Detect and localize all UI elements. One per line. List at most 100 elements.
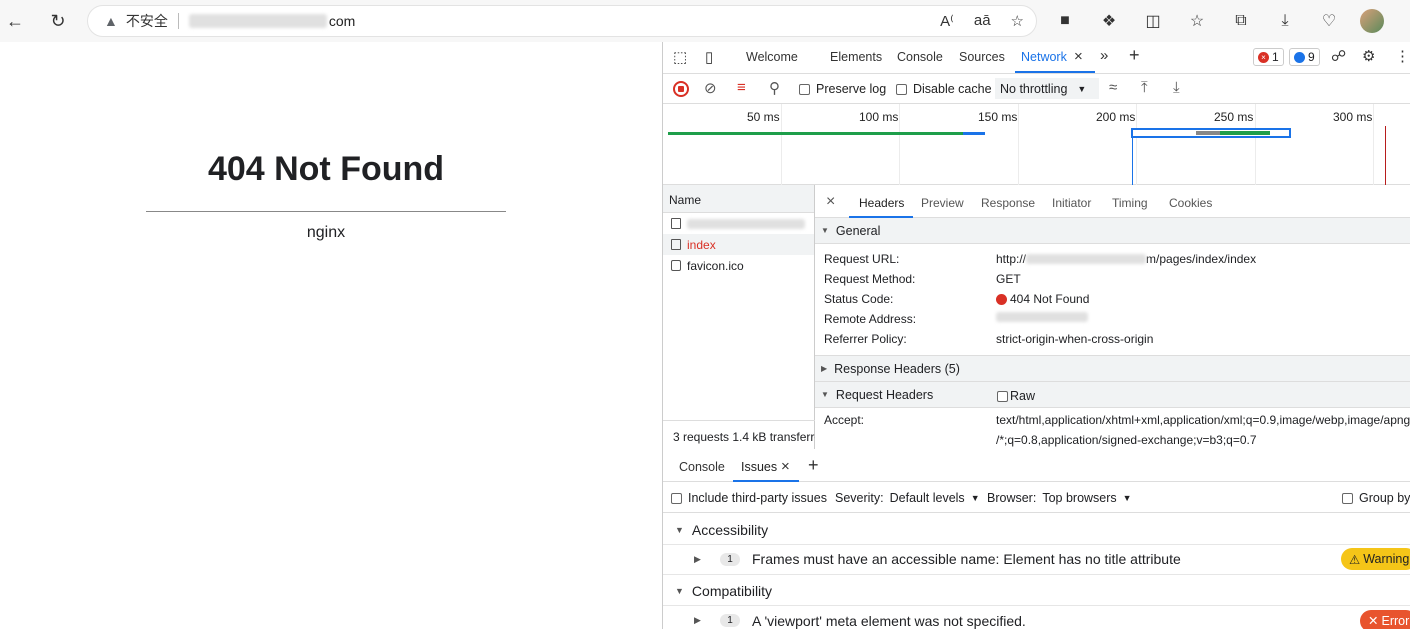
address-separator xyxy=(177,13,179,29)
tab-headers[interactable]: Headers xyxy=(859,196,904,210)
translate-icon[interactable]: aā xyxy=(974,12,991,30)
split-screen-icon[interactable]: ◫ xyxy=(1138,6,1168,36)
group-by-checkbox[interactable]: Group by xyxy=(1342,491,1410,505)
document-icon xyxy=(671,218,681,229)
read-aloud-icon[interactable]: A⁽ xyxy=(940,12,954,30)
request-row[interactable]: index xyxy=(663,234,814,255)
tab-welcome[interactable]: Welcome xyxy=(746,50,798,64)
tab-cookies[interactable]: Cookies xyxy=(1169,196,1212,210)
header-value[interactable]: GET xyxy=(996,272,1021,286)
add-tab-icon[interactable]: + xyxy=(808,455,819,476)
tick-label: 200 ms xyxy=(1096,110,1136,124)
timing-bar xyxy=(668,132,963,135)
close-tab-icon[interactable]: × xyxy=(781,458,790,475)
reload-icon[interactable]: ↻ xyxy=(43,6,73,36)
tab-issues[interactable]: Issues xyxy=(741,460,777,474)
export-har-icon[interactable]: ⤓ xyxy=(1173,79,1180,96)
heart-pulse-icon[interactable]: ♡ xyxy=(1314,6,1344,36)
close-tab-icon[interactable]: × xyxy=(1074,48,1083,65)
checkbox[interactable] xyxy=(997,390,1008,402)
checkbox[interactable] xyxy=(1342,492,1353,504)
header-row: Status Code: 404 Not Found xyxy=(815,287,1410,307)
inspect-icon[interactable]: ⬚ xyxy=(673,48,687,66)
checkbox[interactable] xyxy=(671,492,682,504)
grid-line xyxy=(1255,104,1256,185)
raw-checkbox[interactable]: Raw xyxy=(997,389,1035,403)
response-headers-section-header[interactable]: ▶ Response Headers (5) xyxy=(815,356,1410,382)
error-icon: × xyxy=(1258,51,1269,63)
warning-icon[interactable]: ▲ xyxy=(104,13,118,29)
issue-row[interactable]: ▶ 1 Frames must have an accessible name:… xyxy=(663,544,1410,575)
url-text[interactable]: com xyxy=(188,13,355,29)
tab-response[interactable]: Response xyxy=(981,196,1035,210)
tab-preview[interactable]: Preview xyxy=(921,196,964,210)
warning-icon: ⚠ xyxy=(1349,552,1361,567)
request-row[interactable]: favicon.ico xyxy=(663,255,814,276)
profile-avatar[interactable] xyxy=(1360,9,1384,33)
severity-select[interactable]: Severity: Default levels ▼ xyxy=(835,491,980,505)
checkbox[interactable] xyxy=(896,83,907,95)
downloads-icon[interactable]: ⤓ xyxy=(1270,6,1300,36)
issue-row[interactable]: ▶ 1 A 'viewport' meta element was not sp… xyxy=(663,605,1410,629)
tab-console[interactable]: Console xyxy=(679,460,725,474)
more-options-icon[interactable]: ⋮ xyxy=(1395,47,1410,65)
header-value[interactable]: text/html,application/xhtml+xml,applicat… xyxy=(996,413,1410,447)
active-tab-indicator xyxy=(849,216,913,218)
network-timeline[interactable]: 50 ms 100 ms 150 ms 200 ms 250 ms 300 ms xyxy=(663,104,1410,185)
include-third-party-checkbox[interactable]: Include third-party issues xyxy=(671,491,827,505)
error-badge[interactable]: × 1 xyxy=(1253,48,1284,66)
tab-elements[interactable]: Elements xyxy=(830,50,882,64)
insecure-label[interactable]: 不安全 xyxy=(126,11,168,31)
extensions-icon[interactable]: ❖ xyxy=(1094,6,1124,36)
issue-category-accessibility[interactable]: ▼ Accessibility xyxy=(663,515,1410,545)
checkbox[interactable] xyxy=(799,83,810,95)
header-value[interactable]: strict-origin-when-cross-origin xyxy=(996,332,1153,346)
tab-initiator[interactable]: Initiator xyxy=(1052,196,1091,210)
settings-gear-icon[interactable]: ⚙ xyxy=(1362,47,1375,65)
general-section-header[interactable]: ▼ General xyxy=(815,218,1410,244)
header-value[interactable]: http:// m/pages/index/index xyxy=(996,252,1256,266)
header-value[interactable]: 404 Not Found xyxy=(996,292,1089,306)
import-har-icon[interactable]: ⤒ xyxy=(1141,79,1148,96)
tab-timing[interactable]: Timing xyxy=(1112,196,1148,210)
general-section: Request URL: http:// m/pages/index/index R… xyxy=(815,244,1410,356)
tab-sources[interactable]: Sources xyxy=(959,50,1005,64)
favorite-icon[interactable]: ☆ xyxy=(1011,12,1024,30)
network-conditions-icon[interactable]: ≈ xyxy=(1109,79,1117,96)
address-bar[interactable]: ▲ 不安全 com A⁽ aā ☆ xyxy=(87,5,1037,37)
request-headers-section-header[interactable]: ▼ Request Headers Raw xyxy=(815,382,1410,408)
connect-icon[interactable]: ☍ xyxy=(1331,47,1346,65)
more-tabs-icon[interactable]: » xyxy=(1100,47,1108,64)
redacted-address xyxy=(996,312,1088,322)
disable-cache-label: Disable cache xyxy=(913,82,992,96)
clear-icon[interactable]: ⊘ xyxy=(704,79,717,97)
filter-icon[interactable]: ≡ xyxy=(737,79,746,96)
request-row[interactable] xyxy=(663,213,814,234)
throttling-select[interactable]: No throttling ▼ xyxy=(995,78,1099,99)
device-toggle-icon[interactable]: ▯ xyxy=(705,48,713,66)
issue-count: 1 xyxy=(720,552,740,566)
close-icon[interactable]: × xyxy=(826,193,835,211)
tab-network[interactable]: Network xyxy=(1021,50,1067,64)
favorites-icon[interactable]: ☆ xyxy=(1182,6,1212,36)
back-icon[interactable]: ← xyxy=(0,6,30,36)
active-tab-indicator xyxy=(1015,71,1095,73)
issue-text: Frames must have an accessible name: Ele… xyxy=(752,551,1181,567)
column-header-name[interactable]: Name xyxy=(663,185,814,213)
header-value[interactable] xyxy=(996,312,1088,322)
disable-cache-checkbox[interactable]: Disable cache xyxy=(896,82,992,96)
add-tab-icon[interactable]: + xyxy=(1129,45,1140,66)
browser-select[interactable]: Browser: Top browsers ▼ xyxy=(987,491,1132,505)
collapsed-arrow-icon: ▶ xyxy=(694,615,701,625)
collections-icon[interactable]: ⧉ xyxy=(1226,6,1256,36)
info-badge[interactable]: 9 xyxy=(1289,48,1320,66)
issue-category-compatibility[interactable]: ▼ Compatibility xyxy=(663,576,1410,606)
preserve-log-checkbox[interactable]: Preserve log xyxy=(799,82,886,96)
url-prefix: http:// xyxy=(996,252,1027,266)
app-icon[interactable]: ■ xyxy=(1050,6,1080,36)
record-icon[interactable] xyxy=(673,81,689,97)
section-title: General xyxy=(835,223,881,238)
tab-console[interactable]: Console xyxy=(897,50,943,64)
severity-value: Default levels xyxy=(889,491,965,505)
search-icon[interactable]: ⚲ xyxy=(769,79,780,97)
